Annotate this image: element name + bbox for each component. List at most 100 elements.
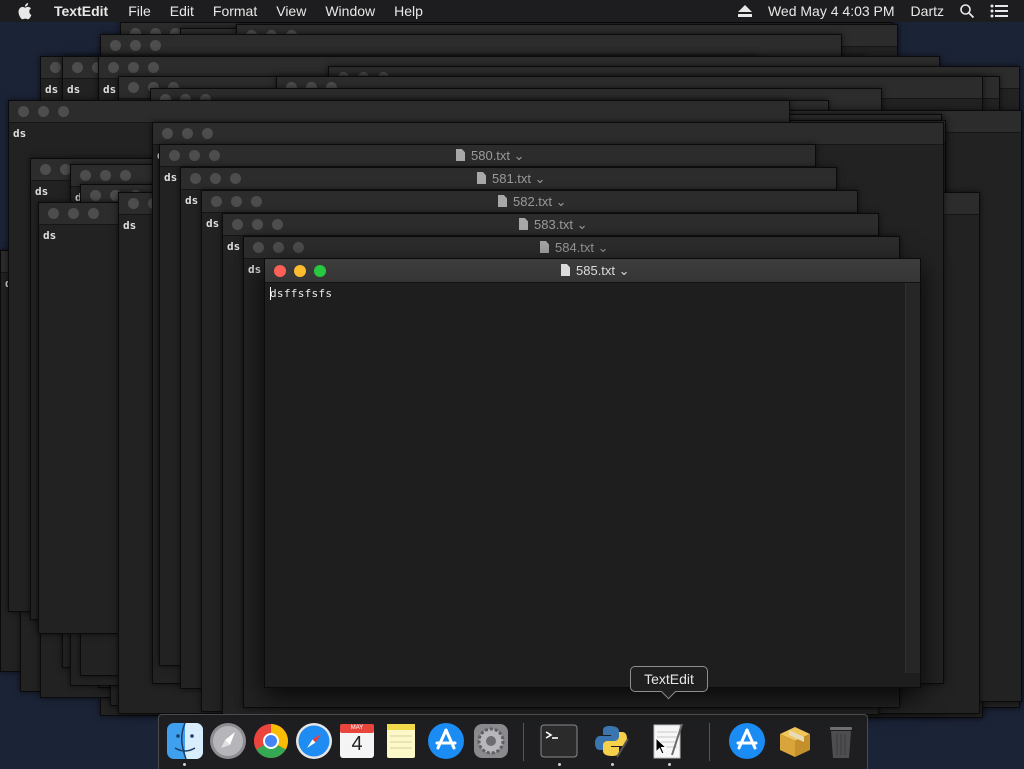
safari-icon[interactable]: [294, 721, 334, 761]
close-button[interactable]: [190, 173, 201, 184]
calendar-icon[interactable]: MAY 4: [337, 721, 377, 761]
app-store-icon[interactable]: [426, 721, 466, 761]
zoom-button[interactable]: [272, 219, 283, 230]
document-icon: [456, 149, 465, 161]
terminal-icon[interactable]: [539, 721, 579, 761]
window-titlebar[interactable]: [9, 101, 789, 123]
minimize-button[interactable]: [182, 128, 193, 139]
window-titlebar[interactable]: [101, 35, 841, 57]
chrome-icon[interactable]: [251, 721, 291, 761]
running-indicator: [558, 763, 561, 766]
minimize-button[interactable]: [68, 208, 79, 219]
system-preferences-icon[interactable]: [471, 721, 511, 761]
zoom-button[interactable]: [209, 150, 220, 161]
vertical-scrollbar[interactable]: [905, 283, 920, 673]
app-name-menu[interactable]: TextEdit: [54, 3, 108, 19]
zoom-button[interactable]: [251, 196, 262, 207]
close-button[interactable]: [128, 198, 139, 209]
user-menu[interactable]: Dartz: [911, 3, 944, 19]
dock: MAY 4: [158, 714, 868, 769]
text-editor-area[interactable]: dsffsfsfs: [265, 283, 905, 687]
app-store-downloads-icon[interactable]: [727, 721, 767, 761]
document-icon: [561, 264, 570, 276]
close-button[interactable]: [40, 164, 51, 175]
minimize-button[interactable]: [100, 170, 111, 181]
window-titlebar[interactable]: 581.txt ⌄: [181, 168, 836, 190]
window-titlebar[interactable]: [153, 123, 943, 145]
notification-center-icon[interactable]: [990, 4, 1008, 18]
zoom-button[interactable]: [58, 106, 69, 117]
zoom-button[interactable]: [293, 242, 304, 253]
textedit-document-window[interactable]: 585.txt ⌄ dsffsfsfs: [264, 258, 921, 688]
file-menu[interactable]: File: [128, 3, 151, 19]
finder-icon[interactable]: [165, 721, 205, 761]
mouse-cursor: [655, 736, 668, 755]
notes-icon[interactable]: [381, 721, 421, 761]
window-titlebar[interactable]: 580.txt ⌄: [160, 145, 815, 167]
close-button[interactable]: [72, 62, 83, 73]
document-text: ds: [206, 217, 220, 230]
zoom-button[interactable]: [230, 173, 241, 184]
zoom-button[interactable]: [150, 40, 161, 51]
document-text: ds: [227, 240, 241, 253]
close-button[interactable]: [253, 242, 264, 253]
window-title[interactable]: 585.txt ⌄: [561, 263, 630, 279]
minimize-button[interactable]: [273, 242, 284, 253]
trash-icon[interactable]: [821, 721, 861, 761]
document-text: ds: [164, 171, 178, 184]
edit-menu[interactable]: Edit: [170, 3, 194, 19]
window-title-text: 583.txt: [534, 217, 574, 232]
close-button[interactable]: [211, 196, 222, 207]
close-button[interactable]: [110, 40, 121, 51]
clock[interactable]: Wed May 4 4:03 PM: [768, 3, 895, 19]
zoom-button[interactable]: [88, 208, 99, 219]
python-launcher-icon[interactable]: [591, 721, 631, 761]
zoom-button[interactable]: [148, 62, 159, 73]
minimize-button[interactable]: [294, 265, 306, 277]
minimize-button[interactable]: [231, 196, 242, 207]
close-button[interactable]: [128, 82, 139, 93]
zoom-button[interactable]: [202, 128, 213, 139]
view-menu[interactable]: View: [276, 3, 306, 19]
close-button[interactable]: [48, 208, 59, 219]
close-button[interactable]: [274, 265, 286, 277]
close-button[interactable]: [232, 219, 243, 230]
eject-icon[interactable]: [737, 5, 752, 17]
spotlight-search-icon[interactable]: [960, 4, 974, 18]
minimize-button[interactable]: [128, 62, 139, 73]
close-button[interactable]: [162, 128, 173, 139]
format-menu[interactable]: Format: [213, 3, 257, 19]
apple-menu-icon[interactable]: [18, 0, 38, 22]
close-button[interactable]: [169, 150, 180, 161]
minimize-button[interactable]: [189, 150, 200, 161]
document-text[interactable]: dsffsfsfs: [270, 287, 332, 300]
close-button[interactable]: [18, 106, 29, 117]
archive-box-icon[interactable]: [775, 721, 815, 761]
document-icon: [477, 172, 486, 184]
window-titlebar[interactable]: 582.txt ⌄: [202, 191, 857, 213]
window-titlebar[interactable]: 585.txt ⌄: [265, 259, 920, 283]
minimize-button[interactable]: [130, 40, 141, 51]
document-text: ds: [67, 83, 81, 96]
window-title-text: 582.txt: [513, 194, 553, 209]
document-text: ds: [13, 127, 27, 140]
window-title-text: 585.txt: [576, 263, 616, 278]
zoom-button[interactable]: [314, 265, 326, 277]
window-title-text: 580.txt: [471, 148, 511, 163]
window-titlebar[interactable]: 583.txt ⌄: [223, 214, 878, 236]
window-menu[interactable]: Window: [325, 3, 375, 19]
zoom-button[interactable]: [120, 170, 131, 181]
launchpad-icon[interactable]: [208, 721, 248, 761]
close-button[interactable]: [108, 62, 119, 73]
document-text: ds: [43, 229, 57, 242]
document-icon: [540, 241, 549, 253]
close-button[interactable]: [80, 170, 91, 181]
close-button[interactable]: [50, 62, 61, 73]
minimize-button[interactable]: [38, 106, 49, 117]
minimize-button[interactable]: [210, 173, 221, 184]
minimize-button[interactable]: [252, 219, 263, 230]
help-menu[interactable]: Help: [394, 3, 423, 19]
textedit-icon[interactable]: [648, 721, 688, 761]
window-titlebar[interactable]: 584.txt ⌄: [244, 237, 899, 259]
close-button[interactable]: [90, 190, 101, 201]
